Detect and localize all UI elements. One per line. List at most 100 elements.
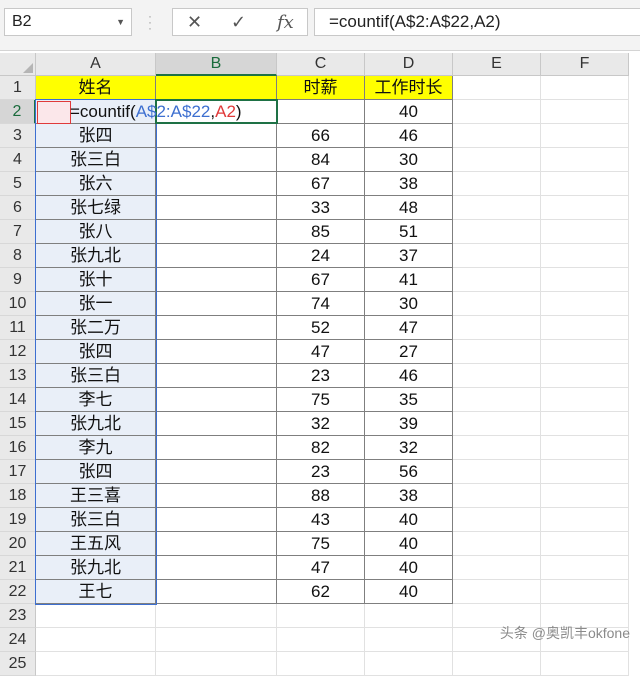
row-header-4[interactable]: 4 bbox=[0, 148, 36, 172]
cell-b19[interactable] bbox=[156, 508, 277, 532]
fx-icon[interactable]: fx bbox=[277, 12, 294, 33]
cell-a15[interactable]: 张九北 bbox=[36, 412, 156, 436]
cell-c4[interactable]: 84 bbox=[277, 148, 365, 172]
cell-f7[interactable] bbox=[541, 220, 629, 244]
cell-b22[interactable] bbox=[156, 580, 277, 604]
cell-c12[interactable]: 47 bbox=[277, 340, 365, 364]
cell-d15[interactable]: 39 bbox=[365, 412, 453, 436]
cell-e22[interactable] bbox=[453, 580, 541, 604]
cell-b21[interactable] bbox=[156, 556, 277, 580]
chevron-down-icon[interactable]: ▼ bbox=[116, 9, 125, 35]
cell-d10[interactable]: 30 bbox=[365, 292, 453, 316]
cell-e25[interactable] bbox=[453, 652, 541, 676]
row-header-25[interactable]: 25 bbox=[0, 652, 36, 676]
cell-a19[interactable]: 张三白 bbox=[36, 508, 156, 532]
cell-b23[interactable] bbox=[156, 604, 277, 628]
cell-b24[interactable] bbox=[156, 628, 277, 652]
cell-f18[interactable] bbox=[541, 484, 629, 508]
row-header-19[interactable]: 19 bbox=[0, 508, 36, 532]
cell-e5[interactable] bbox=[453, 172, 541, 196]
cell-a17[interactable]: 张四 bbox=[36, 460, 156, 484]
cell-b12[interactable] bbox=[156, 340, 277, 364]
cell-f17[interactable] bbox=[541, 460, 629, 484]
more-icon[interactable]: · · · bbox=[148, 10, 152, 34]
cell-e19[interactable] bbox=[453, 508, 541, 532]
cell-d4[interactable]: 30 bbox=[365, 148, 453, 172]
cell-c25[interactable] bbox=[277, 652, 365, 676]
cell-b11[interactable] bbox=[156, 316, 277, 340]
cell-a5[interactable]: 张六 bbox=[36, 172, 156, 196]
row-header-5[interactable]: 5 bbox=[0, 172, 36, 196]
cell-f25[interactable] bbox=[541, 652, 629, 676]
cell-f2[interactable] bbox=[541, 100, 629, 124]
cell-b17[interactable] bbox=[156, 460, 277, 484]
cell-a25[interactable] bbox=[36, 652, 156, 676]
cell-d2[interactable]: 40 bbox=[365, 100, 453, 124]
cell-f8[interactable] bbox=[541, 244, 629, 268]
cell-b3[interactable] bbox=[156, 124, 277, 148]
cell-a23[interactable] bbox=[36, 604, 156, 628]
select-all-corner[interactable] bbox=[0, 53, 36, 76]
cell-b13[interactable] bbox=[156, 364, 277, 388]
cell-d13[interactable]: 46 bbox=[365, 364, 453, 388]
row-header-11[interactable]: 11 bbox=[0, 316, 36, 340]
cell-c7[interactable]: 85 bbox=[277, 220, 365, 244]
cell-c24[interactable] bbox=[277, 628, 365, 652]
cell-e16[interactable] bbox=[453, 436, 541, 460]
cell-d3[interactable]: 46 bbox=[365, 124, 453, 148]
cell-c1[interactable]: 时薪 bbox=[277, 76, 365, 100]
cell-a11[interactable]: 张二万 bbox=[36, 316, 156, 340]
cell-a4[interactable]: 张三白 bbox=[36, 148, 156, 172]
cell-a10[interactable]: 张一 bbox=[36, 292, 156, 316]
cell-b18[interactable] bbox=[156, 484, 277, 508]
row-header-10[interactable]: 10 bbox=[0, 292, 36, 316]
cell-e21[interactable] bbox=[453, 556, 541, 580]
cell-d18[interactable]: 38 bbox=[365, 484, 453, 508]
cell-c5[interactable]: 67 bbox=[277, 172, 365, 196]
cell-a21[interactable]: 张九北 bbox=[36, 556, 156, 580]
enter-icon[interactable]: ✓ bbox=[231, 12, 246, 33]
cell-b20[interactable] bbox=[156, 532, 277, 556]
cell-a6[interactable]: 张七绿 bbox=[36, 196, 156, 220]
column-header-b[interactable]: B bbox=[156, 53, 277, 76]
row-header-20[interactable]: 20 bbox=[0, 532, 36, 556]
cell-c9[interactable]: 67 bbox=[277, 268, 365, 292]
cell-a22[interactable]: 王七 bbox=[36, 580, 156, 604]
cell-e2[interactable] bbox=[453, 100, 541, 124]
cell-a20[interactable]: 王五风 bbox=[36, 532, 156, 556]
cell-d23[interactable] bbox=[365, 604, 453, 628]
cell-f22[interactable] bbox=[541, 580, 629, 604]
cell-b7[interactable] bbox=[156, 220, 277, 244]
row-header-18[interactable]: 18 bbox=[0, 484, 36, 508]
cell-e15[interactable] bbox=[453, 412, 541, 436]
cell-d12[interactable]: 27 bbox=[365, 340, 453, 364]
cell-c21[interactable]: 47 bbox=[277, 556, 365, 580]
cell-e12[interactable] bbox=[453, 340, 541, 364]
cell-d22[interactable]: 40 bbox=[365, 580, 453, 604]
cell-f15[interactable] bbox=[541, 412, 629, 436]
column-header-d[interactable]: D bbox=[365, 53, 453, 76]
formula-bar-input[interactable]: =countif(A$2:A$22,A2) bbox=[314, 8, 640, 36]
name-box[interactable]: B2 ▼ bbox=[4, 8, 132, 36]
cell-e18[interactable] bbox=[453, 484, 541, 508]
cell-a13[interactable]: 张三白 bbox=[36, 364, 156, 388]
cell-c22[interactable]: 62 bbox=[277, 580, 365, 604]
column-header-e[interactable]: E bbox=[453, 53, 541, 76]
cell-a3[interactable]: 张四 bbox=[36, 124, 156, 148]
cell-d19[interactable]: 40 bbox=[365, 508, 453, 532]
cell-f3[interactable] bbox=[541, 124, 629, 148]
cell-d24[interactable] bbox=[365, 628, 453, 652]
in-cell-formula-editor[interactable]: =countif(A$2:A$22,A2) bbox=[70, 100, 242, 123]
cell-b25[interactable] bbox=[156, 652, 277, 676]
cell-d9[interactable]: 41 bbox=[365, 268, 453, 292]
cell-f20[interactable] bbox=[541, 532, 629, 556]
cell-a16[interactable]: 李九 bbox=[36, 436, 156, 460]
cell-d25[interactable] bbox=[365, 652, 453, 676]
cell-d17[interactable]: 56 bbox=[365, 460, 453, 484]
cell-c10[interactable]: 74 bbox=[277, 292, 365, 316]
cell-b1[interactable] bbox=[156, 76, 277, 100]
row-header-1[interactable]: 1 bbox=[0, 76, 36, 100]
cell-c15[interactable]: 32 bbox=[277, 412, 365, 436]
row-header-6[interactable]: 6 bbox=[0, 196, 36, 220]
cell-f16[interactable] bbox=[541, 436, 629, 460]
